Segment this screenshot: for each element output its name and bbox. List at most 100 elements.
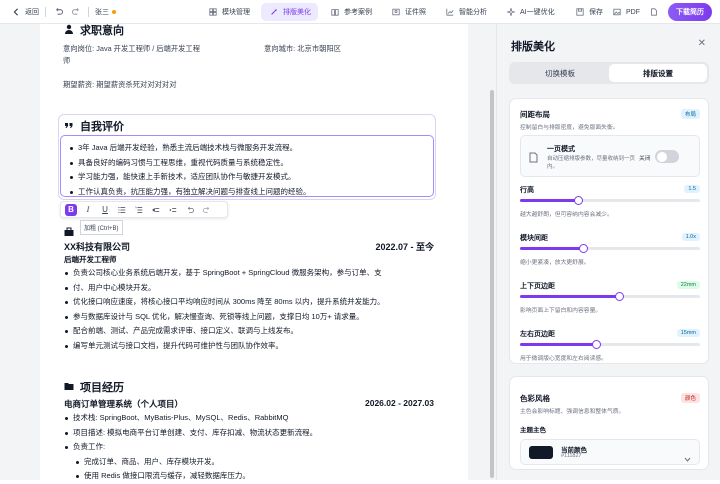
id-photo-icon (390, 6, 402, 18)
toolbar-left: 返回 张三 (0, 6, 170, 18)
color-card: 色彩风格 颜色 主色会影响标题、强调信息和整体气质。 主题主色 当前颜色 #11… (509, 376, 709, 470)
back-button[interactable]: 返回 (10, 6, 39, 18)
person-icon (64, 24, 74, 36)
quote-icon (64, 120, 74, 132)
list-item: 3年 Java 后端开发经验，熟悉主流后端技术栈与微服务开发流程。 (69, 141, 425, 156)
tab-label: 证件照 (405, 8, 426, 16)
document-name-label: 张三 (95, 8, 109, 16)
divider (45, 6, 46, 17)
slider-track[interactable] (520, 196, 700, 205)
one-page-desc: 自动压缩排版参数，尽量收纳到一页内。 (547, 156, 636, 170)
tab-label: AI一键优化 (520, 8, 555, 16)
slider-thumb[interactable] (615, 292, 624, 301)
self-eval-editor[interactable]: 3年 Java 后端开发经验，熟悉主流后端技术栈与微服务开发流程。 具备良好的编… (60, 135, 434, 197)
indent-icon[interactable] (167, 204, 179, 216)
sub-list-item: 完成订单、商品、用户、库存模块开发。 (64, 455, 434, 470)
undo-icon[interactable] (52, 6, 64, 18)
color-swatch (529, 446, 553, 459)
close-icon[interactable]: ✕ (698, 38, 706, 49)
sub-list-item: 使用 Redis 做接口限流与缓存，减轻数据库压力。 (64, 469, 434, 484)
list-item: 具备良好的编码习惯与工程思维，重视代码质量与系统稳定性。 (69, 156, 425, 171)
list-item: 学习能力强，能快速上手新技术，适应团队协作与敏捷开发模式。 (69, 170, 425, 185)
list-item: 负责工作: (64, 440, 434, 455)
one-page-mode: 一页模式 自动压缩排版参数，尽量收纳到一页内。 关闭 (520, 135, 700, 177)
project-list[interactable]: 技术栈: SpringBoot、MyBatis-Plus、MySQL、Redis… (64, 411, 434, 484)
slider-label: 行高 (520, 187, 534, 194)
grid-icon (207, 6, 219, 18)
pdf-label: PDF (626, 8, 640, 16)
work-list[interactable]: 负责公司核心业务系统后端开发，基于 SpringBoot + SpringClo… (64, 266, 434, 353)
chevron-down-icon (684, 449, 691, 467)
section-title-self-eval: 自我评价 (64, 118, 124, 134)
outdent-icon[interactable] (150, 204, 162, 216)
slider-desc: 影响页面上下留白和内容容量。 (520, 308, 602, 314)
tab-smart-analysis[interactable]: 智能分析 (437, 3, 494, 21)
spacing-desc: 控制留白与排版密度，避免版面失衡。 (520, 125, 619, 131)
redo-icon[interactable] (201, 204, 213, 216)
undo-icon[interactable] (184, 204, 196, 216)
theme-color-select[interactable]: 当前颜色 #111827 (520, 439, 700, 465)
download-resume-button[interactable]: 下载简历 (668, 3, 712, 21)
tab-layout-settings[interactable]: 排版设置 (609, 64, 707, 82)
project-header: 电商订单管理系统（个人项目） 2026.02 - 2027.03 (64, 398, 434, 410)
self-eval-title: 自我评价 (80, 121, 124, 133)
slider-track[interactable] (520, 244, 700, 253)
underline-button[interactable]: U (99, 204, 111, 216)
intent-city: 意向城市: 北京市朝阳区 (264, 44, 342, 53)
tab-layout-beautify[interactable]: 排版美化 (261, 2, 318, 21)
pdf-button[interactable]: PDF (611, 6, 640, 18)
document-icon[interactable] (648, 6, 660, 18)
slider-label: 模块间距 (520, 235, 548, 242)
tab-module-manage[interactable]: 模块管理 (200, 3, 257, 21)
list-item: 编写单元测试与接口文档，提升代码可维护性与团队协作效率。 (64, 339, 434, 354)
color-badge: 颜色 (680, 393, 700, 403)
format-toolbar: B I U (60, 201, 228, 218)
document-name[interactable]: 张三 (95, 7, 116, 17)
image-icon (611, 6, 623, 18)
list-item: 配合前端、测试、产品完成需求评审、接口定义、联调与上线发布。 (64, 324, 434, 339)
spacing-card: 间距布局 布局 控制留白与排版密度，避免版面失衡。 一页模式 自动压缩排版参数，… (509, 98, 709, 364)
tab-ai-optimize[interactable]: AI一键优化 (498, 3, 562, 21)
chart-icon (444, 6, 456, 18)
tab-switch-template[interactable]: 切换模板 (511, 64, 609, 82)
tab-reference-cases[interactable]: 参考案例 (322, 3, 379, 21)
list-item-continued: 付、用户中心模块开发。 (64, 281, 434, 296)
bold-button[interactable]: B (65, 203, 77, 216)
intent-salary: 期望薪资: 期望薪资杀死对对对对对 (63, 80, 177, 89)
sparkle-icon (505, 6, 517, 18)
redo-icon[interactable] (70, 6, 82, 18)
slider-fill (520, 247, 583, 250)
italic-button[interactable]: I (82, 204, 94, 216)
save-button[interactable]: 保存 (574, 6, 603, 18)
theme-color-label: 主题主色 (520, 427, 546, 434)
tab-label: 参考案例 (344, 8, 372, 16)
company-name: XX科技有限公司 (64, 242, 131, 252)
one-page-title: 一页模式 (547, 146, 575, 153)
arrow-left-icon (10, 6, 22, 18)
back-label: 返回 (25, 8, 39, 16)
one-page-toggle[interactable] (655, 150, 679, 163)
ordered-list-icon[interactable] (133, 204, 145, 216)
spacing-title: 间距布局 (520, 110, 550, 119)
list-item: 参与数据库设计与 SQL 优化，解决慢查询、死锁等线上问题，支撑日均 10万+ … (64, 310, 434, 325)
section-title-projects: 项目经历 (64, 379, 124, 395)
tab-label: 排版美化 (283, 8, 311, 16)
scrollbar[interactable] (490, 90, 494, 478)
magic-wand-icon (268, 6, 280, 18)
slider-thumb[interactable] (591, 340, 601, 349)
bullet-list-icon[interactable] (116, 204, 128, 216)
slider-label: 上下页边距 (520, 283, 555, 290)
intent-position-wrap: 师 (63, 56, 71, 65)
slider-track[interactable] (520, 340, 700, 349)
slider-track[interactable] (520, 292, 700, 301)
toolbar-right: 保存 PDF 下载简历 (574, 3, 712, 21)
project-title: 项目经历 (80, 382, 124, 394)
slider-value-badge: 1.0x (681, 233, 700, 241)
tab-id-photo[interactable]: 证件照 (383, 3, 433, 21)
slider-thumb[interactable] (579, 244, 588, 253)
slider-thumb[interactable] (573, 196, 583, 205)
company-period: 2022.07 - 至今 (375, 242, 434, 252)
tab-label: 智能分析 (459, 8, 487, 16)
bold-tooltip: 加粗 (Ctrl+B) (80, 220, 123, 235)
color-desc: 主色会影响标题、强调信息和整体气质。 (520, 409, 625, 415)
